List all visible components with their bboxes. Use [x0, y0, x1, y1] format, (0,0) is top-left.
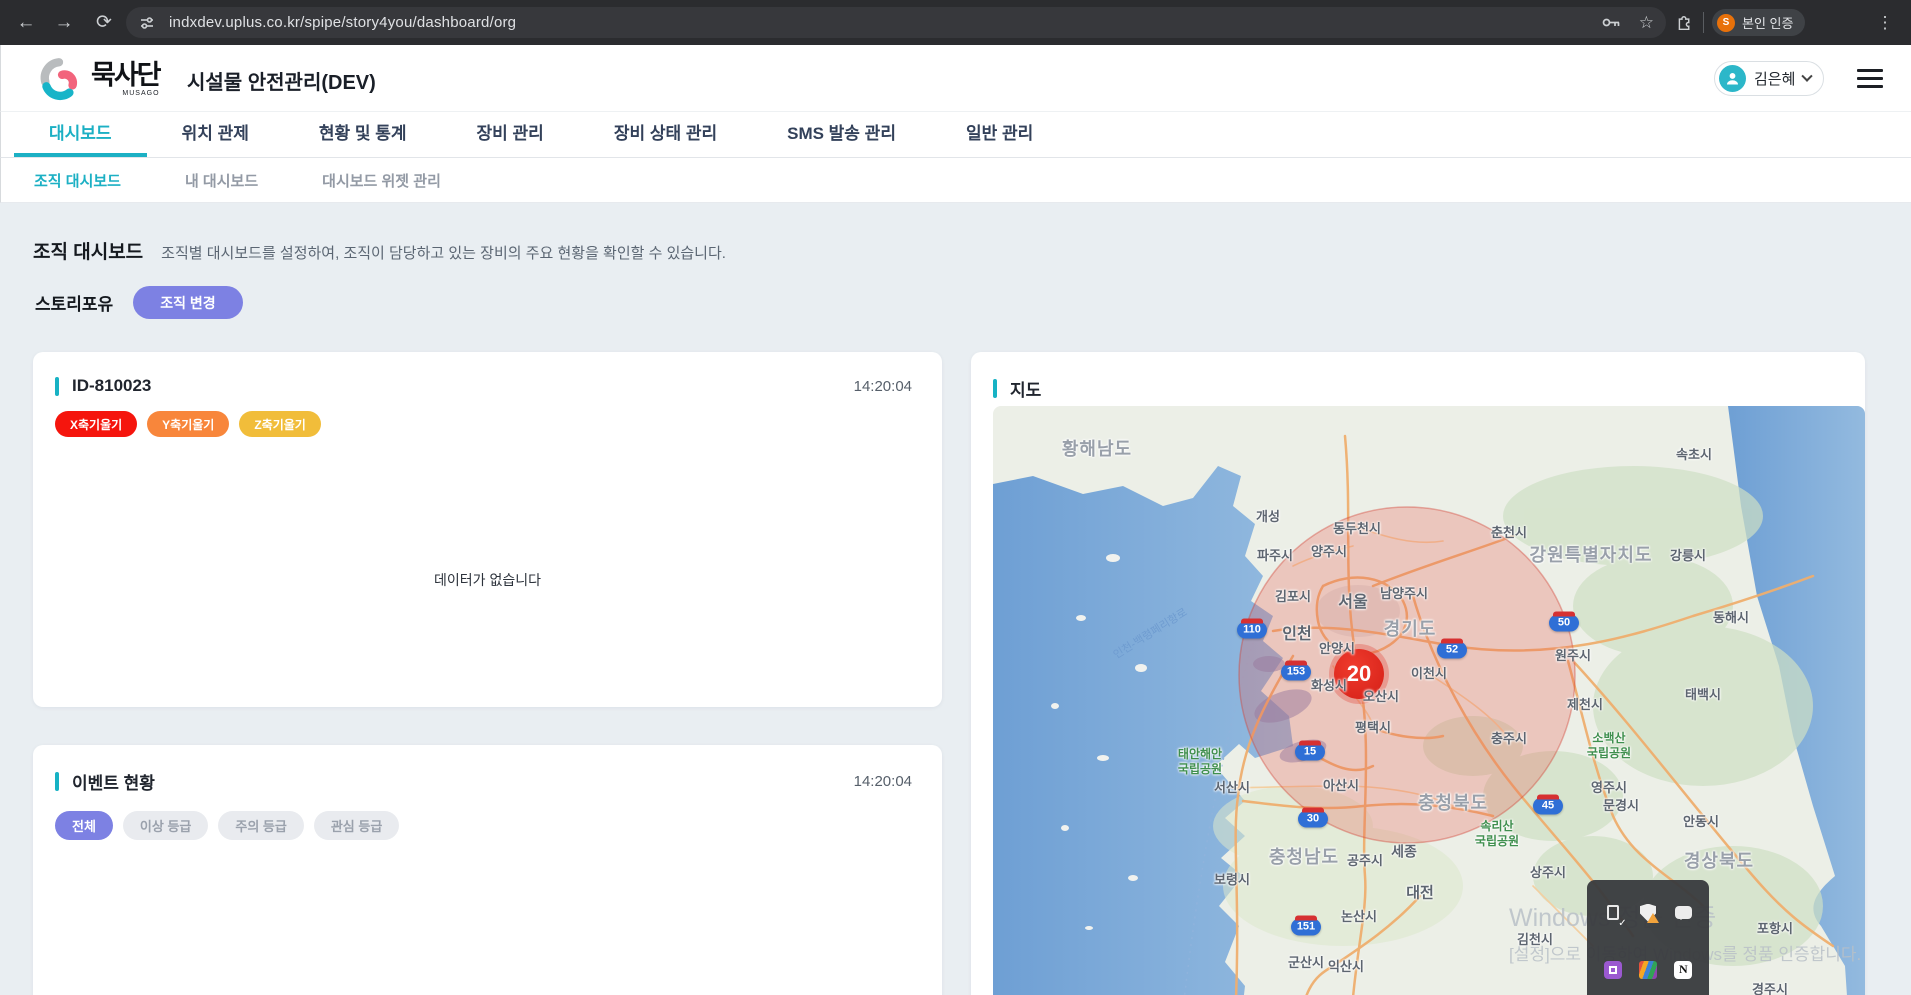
- profile-avatar: S: [1717, 14, 1735, 32]
- device-tag-0[interactable]: X축기울기: [55, 411, 137, 437]
- empty-data-message: 데이터가 없습니다: [33, 570, 942, 590]
- logo-text: 묵사단: [91, 62, 160, 89]
- chat-bubble-icon[interactable]: [1672, 902, 1694, 924]
- user-menu[interactable]: 김은혜: [1714, 61, 1824, 96]
- road-shield-50: 50: [1549, 615, 1579, 632]
- site-info-icon[interactable]: [139, 15, 155, 31]
- change-org-button[interactable]: 조직 변경: [133, 286, 242, 319]
- logo-swirl-icon: [37, 56, 83, 102]
- map-area[interactable]: 인천-백령페리항로 20 Windows 정품 인증 [설정]으로 이동하여 W…: [993, 406, 1865, 995]
- event-filters: 전체 이상 등급 주의 등급 관심 등급: [33, 794, 942, 840]
- main-tab-5[interactable]: SMS 발송 관리: [752, 112, 931, 157]
- page-content: 조직 대시보드 조직별 대시보드를 설정하여, 조직이 담당하고 있는 장비의 …: [0, 203, 1911, 995]
- notion-icon[interactable]: N: [1672, 959, 1694, 981]
- system-tray-popup: N ♨: [1587, 880, 1709, 995]
- device-tag-1[interactable]: Y축기울기: [147, 411, 229, 437]
- road-shield-110: 110: [1237, 622, 1267, 639]
- app-logo[interactable]: 묵사단 MUSAGO: [37, 56, 160, 102]
- defender-shield-icon[interactable]: [1637, 902, 1659, 924]
- browser-menu-icon[interactable]: ⋮: [1870, 0, 1900, 45]
- event-card-title: 이벤트 현황: [72, 769, 155, 794]
- hamburger-menu-icon[interactable]: [1857, 69, 1883, 93]
- org-name: 스토리포유: [35, 290, 113, 315]
- event-filter-0[interactable]: 전체: [55, 811, 113, 840]
- extensions-icon[interactable]: [1666, 0, 1702, 45]
- app-title: 시설물 안전관리(DEV): [187, 66, 376, 95]
- sub-tab-2[interactable]: 대시보드 위젯 관리: [322, 170, 441, 191]
- device-card-title: ID-810023: [72, 376, 151, 396]
- main-tab-0[interactable]: 대시보드: [14, 112, 147, 157]
- browser-profile-chip[interactable]: S 본인 인증: [1712, 9, 1805, 36]
- user-avatar-icon: [1719, 65, 1746, 92]
- road-shield-15: 15: [1295, 744, 1325, 761]
- sub-tab-0[interactable]: 조직 대시보드: [34, 170, 121, 191]
- device-tag-2[interactable]: Z축기울기: [239, 411, 321, 437]
- event-filter-2[interactable]: 주의 등급: [218, 811, 303, 840]
- browser-forward-icon[interactable]: →: [46, 0, 82, 45]
- card-accent-bar: [55, 772, 59, 791]
- card-accent-bar: [55, 377, 59, 396]
- browser-back-icon[interactable]: ←: [8, 0, 44, 45]
- stripes-app-icon[interactable]: [1637, 959, 1659, 981]
- sub-tab-1[interactable]: 내 대시보드: [185, 170, 258, 191]
- event-filter-1[interactable]: 이상 등급: [123, 811, 208, 840]
- browser-toolbar: ← → ⟳ indxdev.uplus.co.kr/spipe/story4yo…: [0, 0, 1911, 45]
- sub-tabs: 조직 대시보드 내 대시보드 대시보드 위젯 관리: [0, 158, 1911, 203]
- map-card: 지도: [971, 352, 1865, 995]
- main-tabs: 대시보드위치 관제현황 및 통계장비 관리장비 상태 관리SMS 발송 관리일반…: [0, 112, 1911, 158]
- map-cluster-marker[interactable]: 20: [1334, 649, 1384, 699]
- main-tab-2[interactable]: 현황 및 통계: [284, 112, 442, 157]
- browser-reload-icon[interactable]: ⟳: [86, 0, 122, 45]
- road-shield-153: 153: [1281, 664, 1311, 681]
- road-shield-151: 151: [1291, 919, 1321, 936]
- main-tab-1[interactable]: 위치 관제: [147, 112, 284, 157]
- event-filter-3[interactable]: 관심 등급: [314, 811, 399, 840]
- map-terrain: [993, 406, 1865, 995]
- map-card-title: 지도: [1010, 376, 1041, 401]
- toolbar-divider: [1703, 12, 1704, 33]
- main-tab-4[interactable]: 장비 상태 관리: [579, 112, 752, 157]
- page-description: 조직별 대시보드를 설정하여, 조직이 담당하고 있는 장비의 주요 현황을 확…: [161, 242, 726, 263]
- main-tab-3[interactable]: 장비 관리: [442, 112, 579, 157]
- logo-caption: MUSAGO: [91, 90, 160, 97]
- event-status-card: 이벤트 현황 14:20:04 전체 이상 등급 주의 등급 관심 등급: [33, 745, 942, 995]
- card-accent-bar: [993, 379, 997, 398]
- purple-app-icon[interactable]: [1602, 959, 1624, 981]
- main-tab-6[interactable]: 일반 관리: [931, 112, 1068, 157]
- app-header: 묵사단 MUSAGO 시설물 안전관리(DEV) 김은혜: [0, 45, 1911, 112]
- password-key-icon[interactable]: [1602, 16, 1621, 29]
- device-card-timestamp: 14:20:04: [854, 378, 912, 395]
- road-shield-30: 30: [1298, 811, 1328, 828]
- user-name: 김은혜: [1754, 68, 1795, 89]
- chevron-down-icon: [1802, 70, 1813, 81]
- road-shield-52: 52: [1437, 642, 1467, 659]
- usb-device-icon[interactable]: [1602, 902, 1624, 924]
- device-tags: X축기울기 Y축기울기 Z축기울기: [33, 396, 942, 437]
- road-shield-45: 45: [1533, 798, 1563, 815]
- url-text: indxdev.uplus.co.kr/spipe/story4you/dash…: [169, 14, 516, 31]
- profile-label: 본인 인증: [1742, 13, 1793, 32]
- address-bar[interactable]: indxdev.uplus.co.kr/spipe/story4you/dash…: [126, 7, 1666, 38]
- device-widget-card: ID-810023 14:20:04 X축기울기 Y축기울기 Z축기울기 데이터가 …: [33, 352, 942, 707]
- bookmark-star-icon[interactable]: ☆: [1639, 13, 1654, 33]
- event-card-timestamp: 14:20:04: [854, 773, 912, 790]
- page-title: 조직 대시보드: [33, 237, 143, 264]
